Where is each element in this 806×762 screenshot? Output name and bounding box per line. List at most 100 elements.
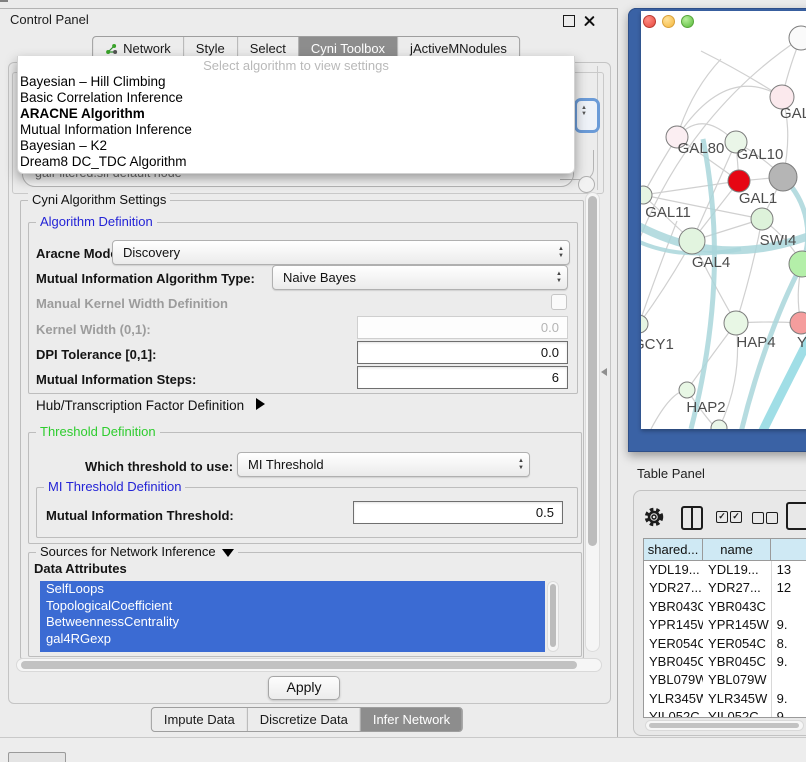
partial-toolbar-button[interactable]: [8, 752, 66, 762]
network-edge-highlighted[interactable]: [691, 139, 714, 429]
attribute-item[interactable]: BetweennessCentrality: [40, 614, 545, 631]
close-panel-icon[interactable]: [583, 14, 596, 27]
table-row[interactable]: YIL052CYIL052C9: [644, 708, 806, 718]
network-node[interactable]: [769, 163, 797, 191]
which-threshold-select[interactable]: MI Threshold ▲▼: [237, 452, 530, 477]
table-row[interactable]: YBR043CYBR043C: [644, 598, 806, 616]
table-cell: YER054C: [703, 635, 771, 653]
table-cell: YDL19...: [703, 561, 771, 579]
select-checked-icon[interactable]: ✓: [730, 511, 742, 523]
tab-discretize-data[interactable]: Discretize Data: [247, 708, 360, 731]
attribute-item[interactable]: TopologicalCoefficient: [40, 598, 545, 615]
close-traffic-light-icon[interactable]: [643, 15, 656, 28]
kernel-width-label: Kernel Width (0,1):: [36, 322, 151, 337]
which-threshold-value: MI Threshold: [238, 457, 513, 472]
column-header[interactable]: name: [703, 539, 771, 560]
mi-type-select[interactable]: Naive Bayes ▲▼: [272, 265, 568, 290]
table-cell: 9.: [771, 653, 806, 671]
table-row[interactable]: YPR145WYPR145W9.: [644, 616, 806, 634]
table-cell: 12: [771, 579, 806, 597]
network-graph[interactable]: GALGAL80GAL10GAL1GAL11SWI4GAL4GCY1HAP4YH…: [641, 11, 806, 429]
table-cell: YLR345W: [644, 690, 703, 708]
tab-impute-data[interactable]: Impute Data: [152, 708, 247, 731]
algorithm-option[interactable]: Basic Correlation Inference: [18, 90, 574, 106]
table-row[interactable]: YBR045CYBR045C9.: [644, 653, 806, 671]
network-node-gal4[interactable]: [679, 228, 705, 254]
columns-icon[interactable]: [681, 506, 703, 530]
table-cell: YDR27...: [644, 579, 703, 597]
settings-vertical-scrollbar[interactable]: [585, 192, 600, 652]
gear-icon[interactable]: [643, 506, 665, 528]
algorithm-option[interactable]: ARACNE Algorithm: [18, 106, 574, 122]
network-edge[interactable]: [677, 59, 721, 137]
table-cell: YPR145W: [644, 616, 703, 634]
table-cell: 9: [771, 708, 806, 718]
table-row[interactable]: YBL079WYBL079W: [644, 671, 806, 689]
network-edge[interactable]: [677, 86, 782, 137]
sources-title: Sources for Network Inference: [40, 544, 216, 559]
table-cell: YBR043C: [644, 598, 703, 616]
attributes-scrollbar[interactable]: [547, 581, 559, 652]
network-node-hap4[interactable]: [724, 311, 748, 335]
new-table-icon[interactable]: [786, 502, 806, 530]
network-node[interactable]: [789, 26, 806, 50]
network-graph-icon: [105, 43, 118, 55]
network-edge[interactable]: [736, 219, 762, 323]
table-cell: YER054C: [644, 635, 703, 653]
network-edge[interactable]: [701, 51, 782, 97]
select-unchecked-icon[interactable]: [766, 512, 778, 524]
sources-toggle[interactable]: Sources for Network Inference: [36, 545, 238, 559]
table-cell: [771, 671, 806, 689]
splitpane-grip[interactable]: [601, 368, 607, 376]
column-header[interactable]: [771, 539, 806, 560]
dpi-tolerance-field[interactable]: 0.0: [357, 341, 568, 364]
network-node-gal1[interactable]: [751, 208, 773, 230]
cyni-algorithm-settings-title: Cyni Algorithm Settings: [28, 193, 170, 207]
network-node-gcy1[interactable]: [641, 315, 648, 333]
table-cell: YIL052C: [703, 708, 771, 718]
focused-stepper-fragment[interactable]: ▲▼: [574, 98, 600, 133]
table-row[interactable]: YDL19...YDL19...13: [644, 561, 806, 579]
node-label: Y: [797, 334, 806, 351]
network-node-y[interactable]: [790, 312, 806, 334]
network-edge[interactable]: [643, 181, 739, 195]
kernel-width-field[interactable]: 0.0: [357, 316, 568, 339]
hub-definition-toggle[interactable]: Hub/Transcription Factor Definition: [36, 398, 265, 413]
attribute-item[interactable]: SelfLoops: [40, 581, 545, 598]
minimize-traffic-light-icon[interactable]: [662, 15, 675, 28]
algorithm-option[interactable]: Bayesian – K2: [18, 138, 574, 154]
float-panel-icon[interactable]: [563, 15, 575, 27]
network-node[interactable]: [728, 170, 750, 192]
table-cell: YIL052C: [644, 708, 703, 718]
mi-steps-field[interactable]: 6: [357, 366, 568, 389]
table-cell: 13: [771, 561, 806, 579]
manual-kernel-checkbox[interactable]: [551, 294, 567, 310]
network-node-hap2[interactable]: [679, 382, 695, 398]
table-row[interactable]: YLR345WYLR345W9.: [644, 690, 806, 708]
select-checked-icon[interactable]: ✓: [716, 511, 728, 523]
aracne-mode-value: Discovery: [113, 245, 553, 260]
mi-type-label: Mutual Information Algorithm Type:: [36, 271, 255, 286]
tab-infer-network[interactable]: Infer Network: [360, 708, 462, 731]
select-unchecked-icon[interactable]: [752, 512, 764, 524]
table-panel-title: Table Panel: [637, 466, 705, 481]
table-cell: YDL19...: [644, 561, 703, 579]
algorithm-dropdown-placeholder: Select algorithm to view settings: [18, 56, 574, 74]
table-horizontal-scrollbar[interactable]: [645, 720, 804, 731]
apply-button[interactable]: Apply: [268, 676, 340, 700]
attribute-item[interactable]: gal4RGexp: [40, 631, 545, 648]
mi-threshold-field[interactable]: 0.5: [353, 501, 563, 524]
column-header[interactable]: shared...: [644, 539, 703, 560]
table-row[interactable]: YER054CYER054C8.: [644, 635, 806, 653]
network-node[interactable]: [711, 420, 727, 429]
network-node[interactable]: [789, 251, 806, 277]
table-row[interactable]: YDR27...YDR27...12: [644, 579, 806, 597]
node-label: GAL4: [692, 254, 730, 271]
algorithm-option[interactable]: Dream8 DC_TDC Algorithm: [18, 154, 574, 170]
zoom-traffic-light-icon[interactable]: [681, 15, 694, 28]
algorithm-option[interactable]: Mutual Information Inference: [18, 122, 574, 138]
settings-horizontal-scrollbar[interactable]: [16, 658, 602, 672]
table-cell: 9.: [771, 616, 806, 634]
algorithm-option[interactable]: Bayesian – Hill Climbing: [18, 74, 574, 90]
aracne-mode-select[interactable]: Discovery ▲▼: [112, 240, 570, 265]
